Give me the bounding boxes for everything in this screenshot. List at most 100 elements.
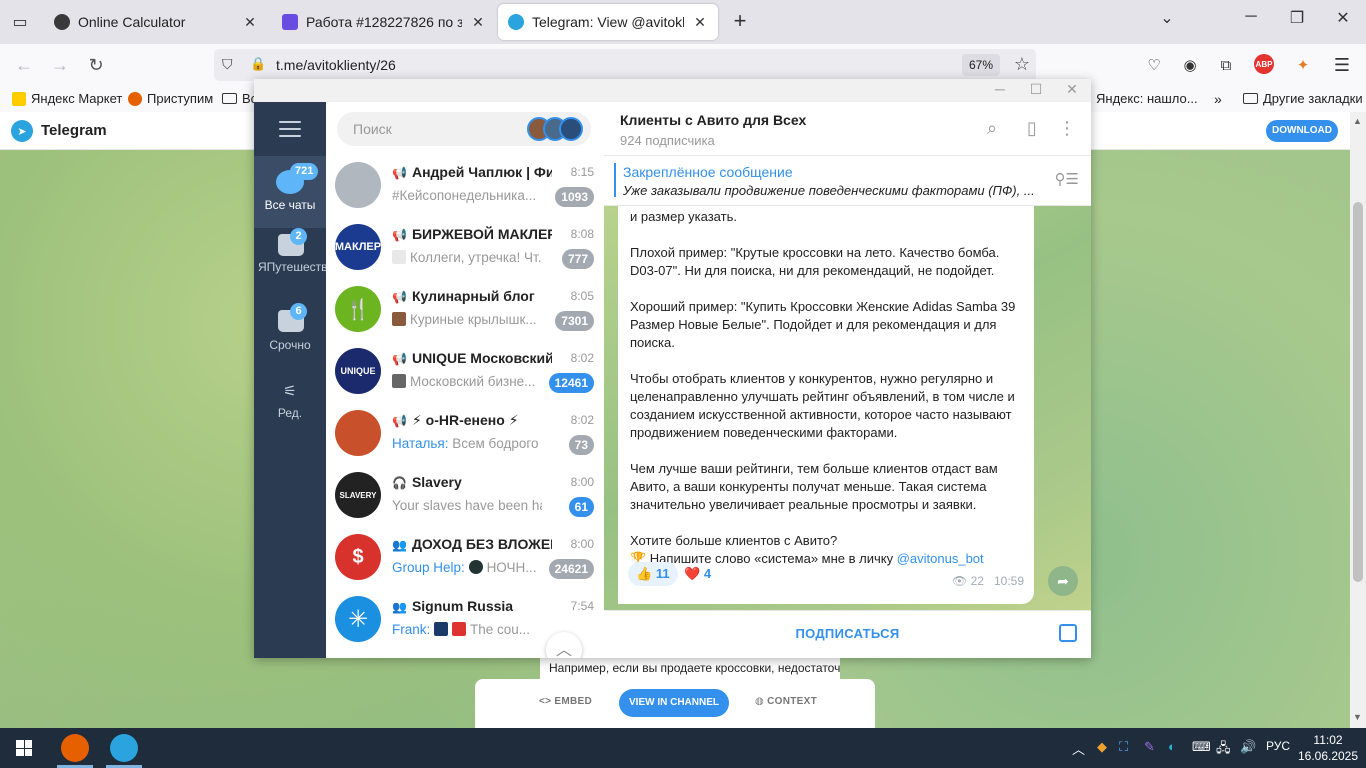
tab-list-icon[interactable]: ▭ (6, 8, 34, 36)
bookmark-yandex-found[interactable]: Яндекс: нашло... (1096, 91, 1198, 106)
sidebar-toggle-icon[interactable]: ▯ (1022, 118, 1042, 138)
screenshot-tool-icon[interactable]: ⛶ (1119, 739, 1128, 755)
address-bar[interactable]: ⛉ 🔒 t.me/avitoklienty/26 67% ☆ (214, 49, 1036, 81)
adblock-icon[interactable]: ABP (1254, 54, 1274, 74)
windows-start-icon[interactable] (16, 740, 32, 756)
edge-tray-icon[interactable]: ◐ (1168, 739, 1176, 754)
search-icon[interactable]: ⌕ (982, 118, 1002, 138)
tg-minimize-icon[interactable]: ─ (988, 81, 1012, 97)
scroll-up-arrow-icon[interactable]: ▲ (1353, 116, 1362, 126)
folder-all-chats[interactable]: 721 Все чаты (254, 156, 326, 228)
reaction-thumbs-up[interactable]: 👍 11 (628, 562, 678, 586)
reaction-heart[interactable]: ❤️ 4 (676, 562, 719, 586)
close-tab-icon[interactable]: ✕ (242, 14, 258, 31)
page-scrollbar-thumb[interactable] (1353, 202, 1363, 582)
browser-tabbar: ▭ Online Calculator ✕ Работа #128227826 … (0, 0, 1366, 44)
channel-post[interactable]: и размер указать. Плохой пример: "Крутые… (618, 206, 1034, 604)
telegram-taskbar-icon[interactable] (110, 734, 138, 762)
restore-window-icon[interactable]: ❐ (1282, 8, 1312, 28)
bookmark-other-folder[interactable]: Другие закладки (1243, 91, 1363, 106)
tab-online-calculator[interactable]: Online Calculator ✕ (44, 4, 268, 40)
folder-label: Ред. (277, 406, 303, 420)
subscribe-button[interactable]: ПОДПИСАТЬСЯ (604, 626, 1091, 641)
keyboard-tray-icon[interactable]: ⌨ (1192, 739, 1211, 755)
more-options-icon[interactable]: ⋮ (1057, 118, 1077, 138)
close-tab-icon[interactable]: ✕ (470, 14, 486, 31)
zoom-level-badge[interactable]: 67% (961, 54, 1000, 76)
pinned-message-bar[interactable]: Закреплённое сообщение Уже заказывали пр… (604, 156, 1091, 206)
avatar: UNIQUE (335, 348, 381, 394)
bookmarks-overflow-icon[interactable]: » (1214, 91, 1222, 107)
tracking-shield-icon[interactable]: ⛉ (222, 56, 240, 74)
chat-item[interactable]: 📢 Андрей Чаплюк | Фи... 8:15 #Кейсопонеде… (326, 156, 604, 218)
tg-maximize-icon[interactable]: ☐ (1024, 81, 1048, 98)
folder-yaputeshestviya[interactable]: 2 ЯПутешествия (254, 228, 341, 300)
channel-title[interactable]: Клиенты с Авито для Всех (620, 112, 806, 128)
close-window-icon[interactable]: ✕ (1328, 8, 1358, 28)
chat-item[interactable]: 🍴 📢 Кулинарный блог 8:05 Куриные крылышк.… (326, 280, 604, 342)
language-indicator[interactable]: РУС (1266, 739, 1290, 753)
unpin-icon[interactable]: ⚲☰ (1055, 170, 1079, 188)
gift-icon[interactable] (1059, 624, 1077, 642)
firefox-taskbar-icon[interactable] (61, 734, 89, 762)
pen-tray-icon[interactable]: ✎ (1144, 739, 1155, 755)
back-arrow-icon[interactable]: ← (10, 52, 38, 78)
tab-overflow-chevron-icon[interactable]: ⌄ (1152, 8, 1182, 28)
chat-item[interactable]: $ 👥ДОХОД БЕЗ ВЛОЖЕН... 8:00 Group Help: … (326, 528, 604, 590)
download-button[interactable]: DOWNLOAD (1266, 120, 1338, 142)
bookmark-yandex-market[interactable]: Яндекс Маркет (12, 91, 122, 106)
chat-item[interactable]: 📢 ⚡ o-HR-енено ⚡ 8:02 Наталья: Всем бодро… (326, 404, 604, 466)
bookmark-folder-vs[interactable]: Вс (222, 91, 257, 106)
system-clock[interactable]: 11:02 16.06.2025 (1296, 732, 1360, 764)
extensions-icon[interactable]: ⧉ (1215, 54, 1237, 76)
tab-work-order[interactable]: Работа #128227826 по заказу ✕ (272, 4, 496, 40)
tray-app-icon[interactable]: ◆ (1097, 739, 1107, 755)
folder-srochno[interactable]: 6 Срочно (254, 300, 326, 372)
story-avatar[interactable] (559, 117, 583, 141)
scroll-down-arrow-icon[interactable]: ▼ (1353, 712, 1362, 722)
new-tab-button[interactable]: + (728, 10, 752, 32)
telegram-window-titlebar[interactable]: ─ ☐ ✕ (254, 79, 1091, 102)
bookmark-pristupim[interactable]: Приступим (128, 91, 213, 106)
network-icon[interactable]: 🖧 (1216, 739, 1231, 761)
lock-icon[interactable]: 🔒 (250, 56, 266, 72)
addon-rocket-icon[interactable]: ✦ (1292, 54, 1314, 76)
channel-pane: Клиенты с Авито для Всех 924 подписчика … (604, 102, 1091, 658)
tray-expand-icon[interactable]: ︿ (1072, 739, 1085, 758)
minimize-window-icon[interactable]: ─ (1236, 8, 1266, 26)
folder-label: ЯПутешествия (258, 260, 341, 274)
tg-close-icon[interactable]: ✕ (1060, 81, 1084, 98)
volume-icon[interactable]: 🔊 (1240, 739, 1256, 755)
bookmark-star-icon[interactable]: ☆ (1014, 54, 1030, 75)
app-menu-icon[interactable]: ☰ (1331, 54, 1353, 76)
page-scrollbar[interactable]: ▲ ▼ (1350, 112, 1366, 728)
forward-arrow-icon[interactable]: → (46, 52, 74, 78)
close-tab-icon[interactable]: ✕ (692, 14, 708, 31)
chat-item[interactable]: UNIQUE 📢 UNIQUE Московский 8:02 Московски… (326, 342, 604, 404)
folder-edit[interactable]: ⚟ Ред. (254, 368, 326, 440)
telegram-logo-icon[interactable]: ➤ (11, 120, 33, 142)
search-input[interactable]: Поиск (337, 112, 591, 146)
folder-badge: 6 (290, 303, 307, 320)
avatar: ✳ (335, 596, 381, 642)
folder-label: Все чаты (264, 198, 316, 212)
hamburger-menu-icon[interactable] (279, 121, 301, 137)
share-arrow-icon[interactable]: ➦ (1048, 566, 1078, 596)
embed-button[interactable]: <> EMBED (539, 696, 592, 707)
url-text[interactable]: t.me/avitoklienty/26 (276, 57, 396, 73)
chat-item[interactable]: SLAVERY 🎧 Slavery 8:00 Your slaves have b… (326, 466, 604, 528)
post-text: и размер указать. Плохой пример: "Крутые… (630, 209, 1016, 566)
pocket-icon[interactable]: ♡ (1143, 54, 1165, 76)
edit-sliders-icon: ⚟ (283, 383, 297, 400)
bot-link[interactable]: @avitonus_bot (897, 551, 984, 566)
context-button[interactable]: ◍ CONTEXT (755, 696, 817, 707)
channel-footer: ПОДПИСАТЬСЯ (604, 610, 1091, 658)
channel-header[interactable]: Клиенты с Авито для Всех 924 подписчика … (604, 102, 1091, 156)
view-in-channel-button[interactable]: VIEW IN CHANNEL (619, 689, 729, 717)
reload-icon[interactable]: ↻ (82, 52, 110, 78)
account-icon[interactable]: ◉ (1179, 54, 1201, 76)
telegram-site-title[interactable]: Telegram (41, 122, 107, 139)
tab-telegram[interactable]: Telegram: View @avitoklienty ✕ (498, 4, 718, 40)
unread-badge: 7301 (555, 311, 594, 331)
chat-item[interactable]: МАКЛЕР 📢 БИРЖЕВОЙ МАКЛЕР 8:08 Коллеги, ут… (326, 218, 604, 280)
